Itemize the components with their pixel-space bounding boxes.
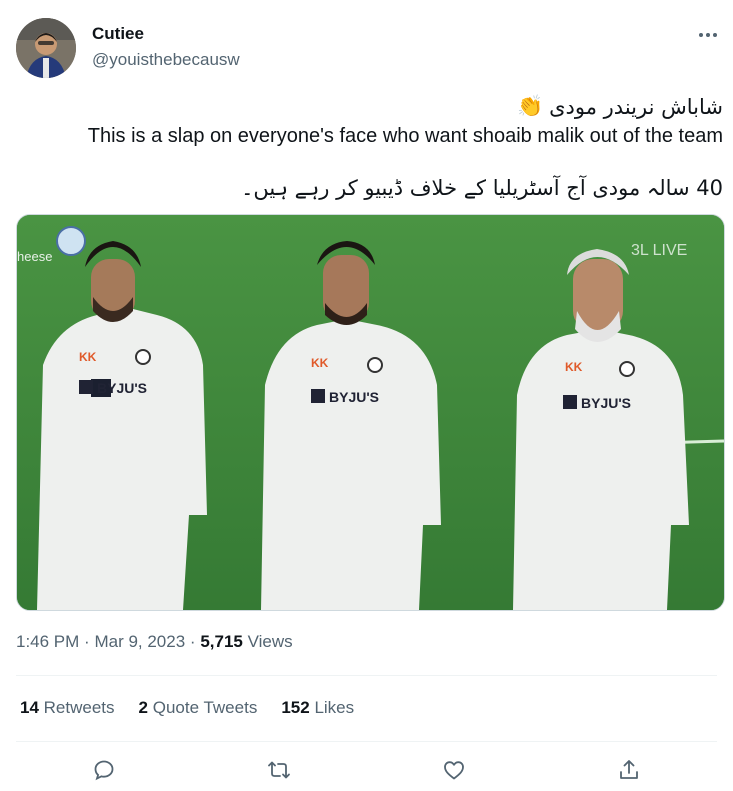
views-label: Views: [247, 632, 293, 651]
display-name[interactable]: Cutiee: [92, 24, 144, 44]
reply-icon: [94, 760, 114, 781]
quote-tweets-stat[interactable]: 2 Quote Tweets: [139, 698, 258, 718]
reply-button[interactable]: [86, 752, 122, 788]
avatar-image: [16, 18, 76, 78]
likes-count: 152: [281, 698, 310, 717]
tweet-date[interactable]: Mar 9, 2023: [94, 632, 185, 651]
avatar[interactable]: [16, 18, 76, 78]
more-icon: [699, 33, 717, 37]
tweet-line-1: شاباش نریندر مودی 👏: [517, 94, 723, 119]
bcci-logo: [56, 226, 86, 256]
tweet-text-urdu-2: 40 سالہ مودی آج آسٹریلیا کے خلاف ڈیبیو ک…: [241, 176, 723, 200]
views-count: 5,715: [200, 632, 243, 651]
jersey-text-middle: BYJU'S: [329, 389, 379, 405]
retweets-count: 14: [20, 698, 39, 717]
retweets-label: Retweets: [43, 698, 115, 717]
user-handle[interactable]: @youisthebecausw: [92, 50, 240, 70]
watermark-right: 3L LIVE: [631, 242, 687, 259]
jersey-sponsor-middle: BYJU'S: [311, 389, 379, 405]
quotes-count: 2: [138, 698, 148, 717]
watermark-left: heese: [17, 249, 52, 264]
svg-text:KK: KK: [79, 350, 97, 364]
divider-bottom: [16, 741, 717, 742]
quotes-label: Quote Tweets: [152, 698, 258, 717]
tweet-text-urdu-1: شاباش نریندر مودی: [549, 94, 723, 119]
retweet-button[interactable]: [261, 752, 297, 788]
likes-stat[interactable]: 152 Likes: [281, 698, 354, 718]
tweet-text-english: This is a slap on everyone's face who wa…: [87, 125, 723, 147]
tweet-media-photo[interactable]: BYJU'S KK BYJU'S KK BYJU'S KK heese 3L L…: [16, 214, 725, 611]
svg-text:KK: KK: [565, 360, 583, 374]
svg-text:KK: KK: [311, 356, 329, 370]
divider-top: [16, 675, 717, 676]
clapping-hands-emoji: 👏: [516, 94, 544, 118]
retweet-icon: [267, 761, 290, 779]
jersey-text-left: BYJU'S: [97, 380, 147, 396]
tweet-stats: 14 Retweets 2 Quote Tweets 152 Likes: [20, 698, 354, 718]
retweets-stat[interactable]: 14 Retweets: [20, 698, 115, 718]
tweet-meta: 1:46 PM · Mar 9, 2023 · 5,715 Views: [16, 632, 293, 652]
like-icon: [444, 761, 465, 780]
jersey-text-right: BYJU'S: [581, 395, 631, 411]
meta-separator-1: ·: [84, 632, 90, 651]
share-button[interactable]: [611, 752, 647, 788]
tweet-time[interactable]: 1:46 PM: [16, 632, 79, 651]
jersey-sponsor-right: BYJU'S: [563, 395, 631, 411]
likes-label: Likes: [314, 698, 355, 717]
jersey-sponsor-left: BYJU'S: [79, 380, 147, 396]
share-icon: [620, 760, 639, 779]
more-options-button[interactable]: [695, 22, 721, 48]
meta-separator-2: ·: [189, 632, 196, 651]
like-button[interactable]: [436, 752, 472, 788]
tweet-actions: [16, 752, 717, 788]
cricket-players-photo: BYJU'S KK BYJU'S KK BYJU'S KK heese 3L L…: [17, 215, 724, 610]
